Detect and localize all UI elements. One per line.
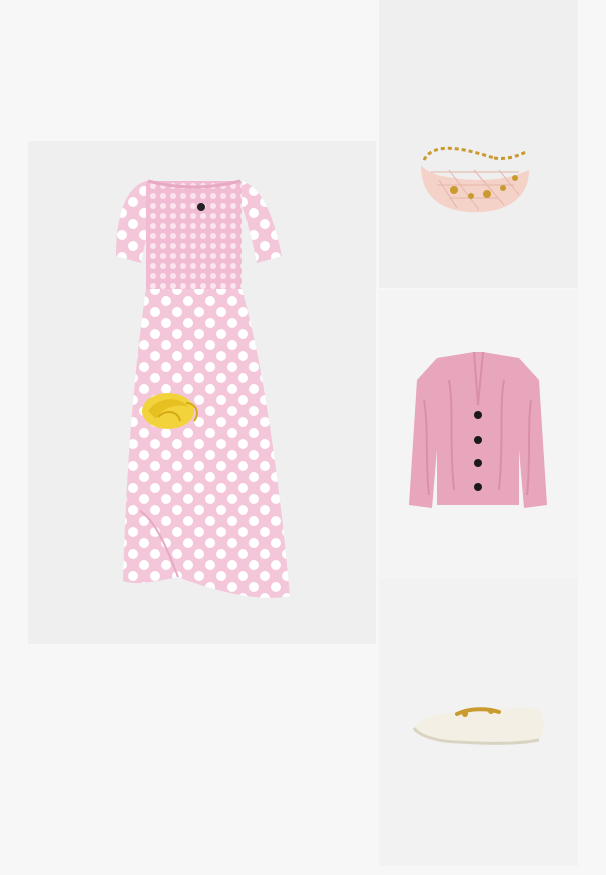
product-card-cardigan[interactable]: Pink cable knit cardigan with black butt… [379,290,578,577]
dress-image [116,179,290,598]
product-card-bag[interactable]: Blush quilted shoulder bag with gold cha… [379,0,578,288]
loafer-image [412,707,544,745]
product-card-loafer[interactable]: Cream loafer with gold chain detail [379,578,578,866]
cardigan-image [409,351,547,508]
bag-image [421,146,529,213]
product-card-dress[interactable]: Pink polka dot smocked midi dress with y… [28,141,376,644]
